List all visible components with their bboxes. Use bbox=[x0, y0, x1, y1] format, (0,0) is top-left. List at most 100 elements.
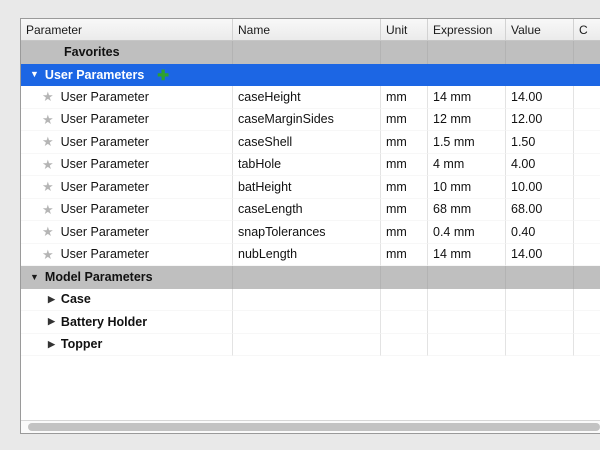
column-header-comments[interactable]: C bbox=[574, 19, 600, 40]
cell-expression[interactable]: 12 mm bbox=[428, 109, 506, 132]
cell-value: 10.00 bbox=[506, 176, 574, 199]
cell-name[interactable]: caseMarginSides bbox=[233, 109, 381, 132]
scrollbar-thumb[interactable] bbox=[28, 423, 600, 431]
cell-expression[interactable]: 0.4 mm bbox=[428, 221, 506, 244]
cell-empty bbox=[233, 64, 381, 87]
cell-parameter: ▶Case bbox=[21, 289, 233, 312]
cell-expression[interactable]: 1.5 mm bbox=[428, 131, 506, 154]
cell-unit[interactable]: mm bbox=[381, 86, 428, 109]
table-body: Favorites▼User Parameters✚★User Paramete… bbox=[21, 41, 600, 356]
section-row[interactable]: ▼ Model Parameters bbox=[21, 266, 600, 289]
cell-comment[interactable] bbox=[574, 199, 600, 222]
cell-empty bbox=[574, 289, 600, 312]
cell-empty bbox=[428, 334, 506, 357]
cell-comment[interactable] bbox=[574, 109, 600, 132]
cell-empty bbox=[506, 41, 574, 64]
cell-parameter: ★User Parameter bbox=[21, 109, 233, 132]
favorite-star-icon[interactable]: ★ bbox=[42, 135, 54, 148]
cell-comment[interactable] bbox=[574, 221, 600, 244]
cell-comment[interactable] bbox=[574, 86, 600, 109]
cell-unit[interactable]: mm bbox=[381, 176, 428, 199]
cell-name[interactable]: nubLength bbox=[233, 244, 381, 267]
favorite-star-icon[interactable]: ★ bbox=[42, 225, 54, 238]
cell-empty bbox=[428, 311, 506, 334]
cell-empty bbox=[574, 64, 600, 87]
chevron-right-icon[interactable]: ▶ bbox=[48, 295, 55, 304]
group-row[interactable]: ▶ Topper bbox=[21, 334, 600, 357]
favorite-star-icon[interactable]: ★ bbox=[42, 158, 54, 171]
horizontal-scrollbar[interactable] bbox=[21, 420, 600, 433]
parameter-row[interactable]: ★User ParametercaseMarginSidesmm12 mm12.… bbox=[21, 109, 600, 132]
cell-parameter: ★ User Parameter bbox=[21, 244, 233, 267]
cell-empty bbox=[428, 41, 506, 64]
cell-unit[interactable]: mm bbox=[381, 131, 428, 154]
cell-unit[interactable]: mm bbox=[381, 109, 428, 132]
column-header-unit[interactable]: Unit bbox=[381, 19, 428, 40]
cell-name[interactable]: tabHole bbox=[233, 154, 381, 177]
cell-comment[interactable] bbox=[574, 176, 600, 199]
column-header-parameter[interactable]: Parameter bbox=[21, 19, 233, 40]
column-header-name[interactable]: Name bbox=[233, 19, 381, 40]
favorite-star-icon[interactable]: ★ bbox=[42, 248, 54, 261]
cell-unit[interactable]: mm bbox=[381, 221, 428, 244]
chevron-down-icon[interactable]: ▼ bbox=[30, 273, 39, 282]
cell-expression[interactable]: 68 mm bbox=[428, 199, 506, 222]
cell-unit[interactable]: mm bbox=[381, 199, 428, 222]
cell-parameter: ★ User Parameter bbox=[21, 221, 233, 244]
cell-comment[interactable] bbox=[574, 154, 600, 177]
parameter-row[interactable]: ★User ParameternubLengthmm14 mm14.00 bbox=[21, 244, 600, 267]
cell-empty bbox=[233, 289, 381, 312]
column-header-expression[interactable]: Expression bbox=[428, 19, 506, 40]
favorite-star-icon[interactable]: ★ bbox=[42, 180, 54, 193]
parameter-row[interactable]: ★User ParametercaseHeightmm14 mm14.00 bbox=[21, 86, 600, 109]
column-header-value[interactable]: Value bbox=[506, 19, 574, 40]
section-label: Model Parameters bbox=[45, 270, 153, 284]
section-label: Favorites bbox=[64, 45, 120, 59]
parameter-type-label: User Parameter bbox=[61, 247, 149, 261]
cell-expression[interactable]: 4 mm bbox=[428, 154, 506, 177]
cell-empty bbox=[381, 334, 428, 357]
cell-unit[interactable]: mm bbox=[381, 244, 428, 267]
parameter-row[interactable]: ★User ParametercaseShellmm1.5 mm1.50 bbox=[21, 131, 600, 154]
favorite-star-icon[interactable]: ★ bbox=[42, 113, 54, 126]
cell-parameter: ★ User Parameter bbox=[21, 86, 233, 109]
cell-name[interactable]: caseHeight bbox=[233, 86, 381, 109]
cell-expression[interactable]: 14 mm bbox=[428, 244, 506, 267]
chevron-right-icon[interactable]: ▶ bbox=[48, 317, 55, 326]
parameter-type-label: User Parameter bbox=[61, 90, 149, 104]
cell-parameter: ★User Parameter bbox=[21, 176, 233, 199]
section-row[interactable]: Favorites bbox=[21, 41, 600, 64]
cell-empty bbox=[574, 311, 600, 334]
parameter-type-label: User Parameter bbox=[61, 157, 149, 171]
parameter-row[interactable]: ★ User Parameter snapTolerancesmm0.4 mm0.4… bbox=[21, 221, 600, 244]
chevron-right-icon[interactable]: ▶ bbox=[48, 340, 55, 349]
favorite-star-icon[interactable]: ★ bbox=[42, 203, 54, 216]
group-row[interactable]: ▶Case bbox=[21, 289, 600, 312]
cell-empty bbox=[381, 64, 428, 87]
selected-section-row[interactable]: ▼User Parameters✚ bbox=[21, 64, 600, 87]
parameter-type-label: User Parameter bbox=[61, 225, 149, 239]
group-row[interactable]: ▶ Battery Holder bbox=[21, 311, 600, 334]
cell-name[interactable]: snapTolerances bbox=[233, 221, 381, 244]
cell-comment[interactable] bbox=[574, 244, 600, 267]
cell-comment[interactable] bbox=[574, 131, 600, 154]
parameter-row[interactable]: ★User ParametertabHolemm4 mm4.00 bbox=[21, 154, 600, 177]
cell-empty bbox=[574, 41, 600, 64]
section-label: Topper bbox=[61, 337, 102, 351]
cell-name[interactable]: caseLength bbox=[233, 199, 381, 222]
add-parameter-button[interactable]: ✚ bbox=[157, 68, 169, 82]
cell-unit[interactable]: mm bbox=[381, 154, 428, 177]
cell-expression[interactable]: 10 mm bbox=[428, 176, 506, 199]
cell-empty bbox=[428, 289, 506, 312]
parameter-row[interactable]: ★User ParameterbatHeightmm10 mm10.00 bbox=[21, 176, 600, 199]
favorite-star-icon[interactable]: ★ bbox=[42, 90, 54, 103]
cell-empty bbox=[506, 289, 574, 312]
cell-name[interactable]: batHeight bbox=[233, 176, 381, 199]
cell-expression[interactable]: 14 mm bbox=[428, 86, 506, 109]
cell-empty bbox=[506, 311, 574, 334]
cell-name[interactable]: caseShell bbox=[233, 131, 381, 154]
parameter-row[interactable]: ★User ParametercaseLengthmm68 mm68.00 bbox=[21, 199, 600, 222]
cell-value: 0.40 bbox=[506, 221, 574, 244]
chevron-down-icon[interactable]: ▼ bbox=[30, 70, 39, 79]
section-label: Battery Holder bbox=[61, 315, 147, 329]
